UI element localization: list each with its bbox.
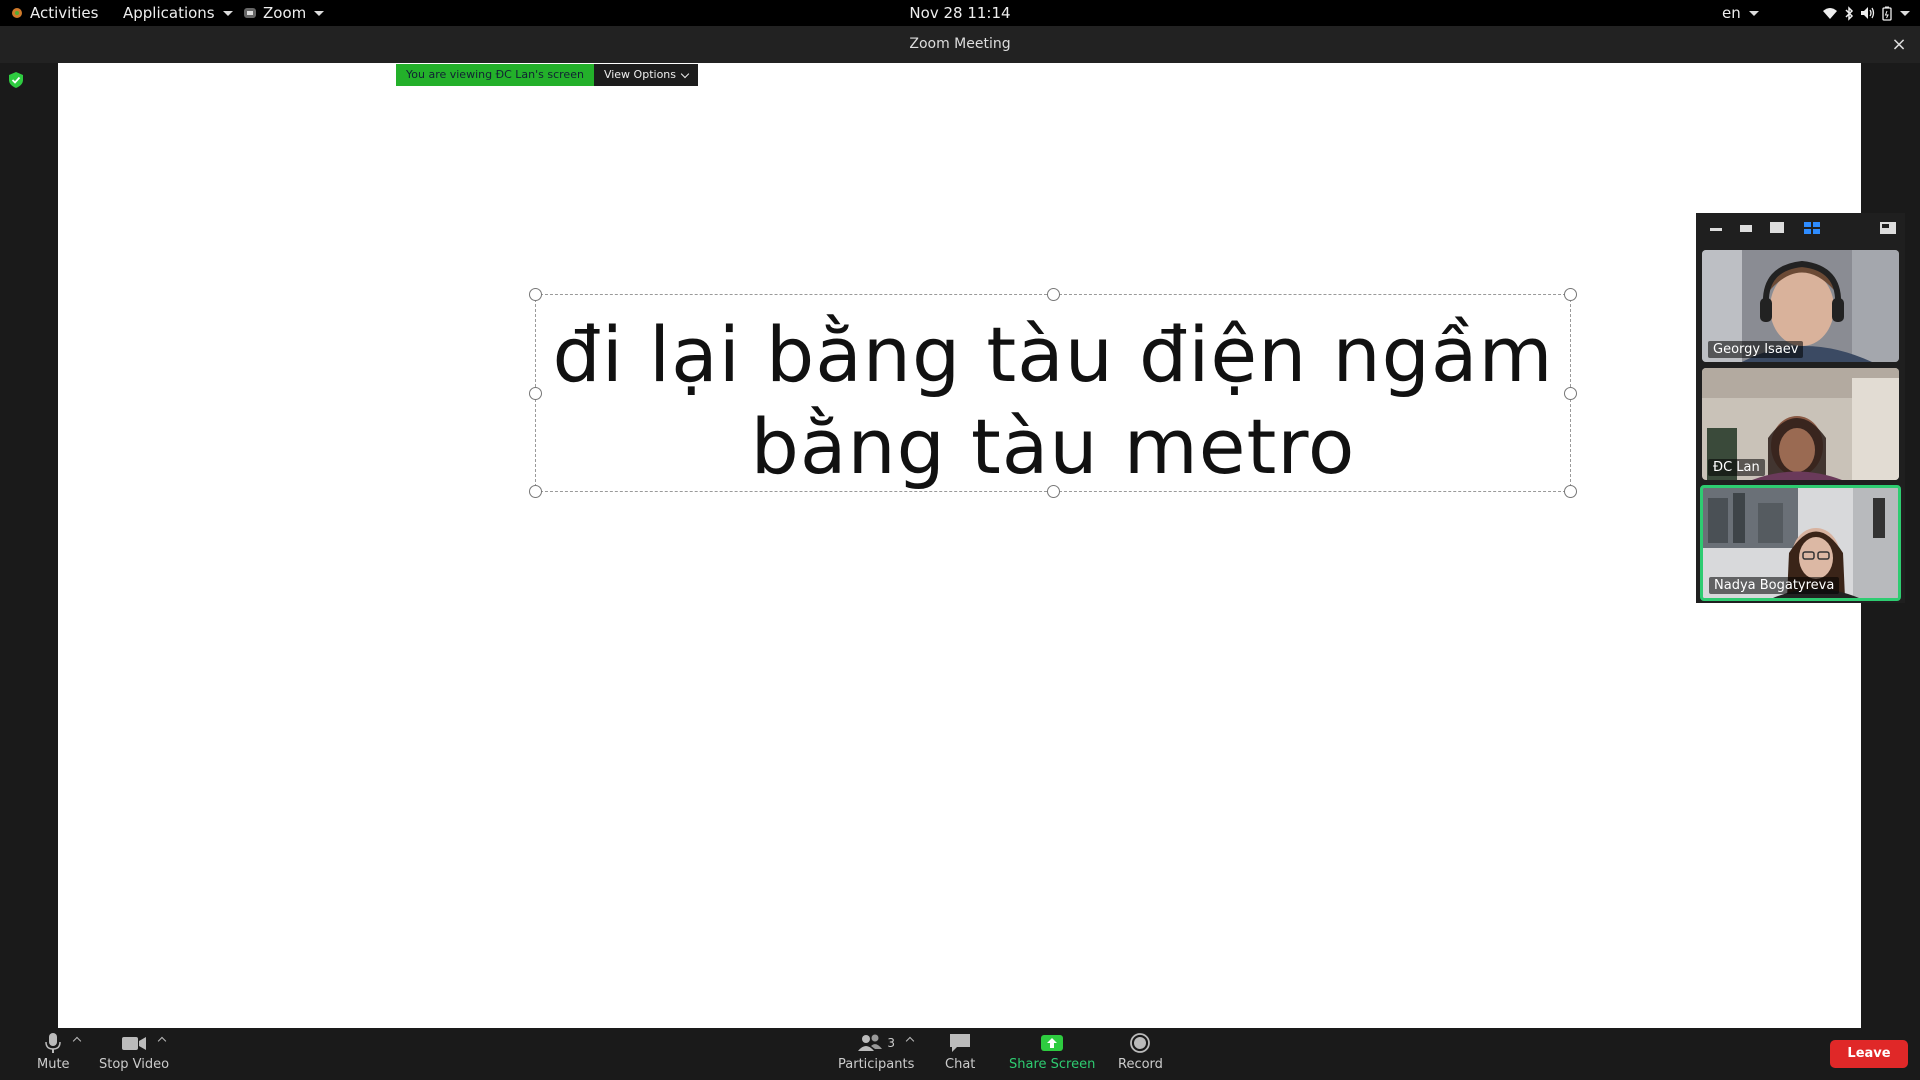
stop-video-label: Stop Video xyxy=(99,1057,170,1072)
slide-text-box[interactable]: đi lại bằng tàu điện ngầm bằng tàu metro xyxy=(529,288,1577,498)
minimize-icon[interactable] xyxy=(1710,228,1722,232)
view-options-label: View Options xyxy=(603,68,676,81)
slide-text-line-1: đi lại bằng tàu điện ngầm xyxy=(552,310,1554,399)
chat-label: Chat xyxy=(945,1057,976,1072)
gallery-view-icon[interactable] xyxy=(1804,222,1820,234)
screen-share-banner: You are viewing ĐC Lan's screen View Opt… xyxy=(396,64,698,86)
zoom-app-icon xyxy=(244,8,256,18)
participant-video-tile-active-speaker[interactable]: Nadya Bogatyreva xyxy=(1700,485,1901,601)
meeting-toolbar: Mute Stop Video 3 Participants Chat Shar… xyxy=(0,1028,1920,1080)
resize-handle[interactable] xyxy=(1047,288,1060,301)
clock-label[interactable]: Nov 28 11:14 xyxy=(909,0,1010,26)
chevron-down-icon xyxy=(222,10,233,16)
bluetooth-icon xyxy=(1845,5,1854,21)
participants-label: Participants xyxy=(838,1057,915,1072)
video-camera-icon xyxy=(122,1037,147,1050)
chat-button[interactable]: Chat xyxy=(945,1032,975,1072)
share-screen-icon xyxy=(1041,1035,1064,1051)
applications-label: Applications xyxy=(123,4,215,22)
video-gallery-panel: Georgy Isaev ĐC Lan Nadya Bogatyreva xyxy=(1696,213,1905,603)
applications-menu[interactable]: Applications xyxy=(123,0,233,26)
chevron-down-icon xyxy=(314,10,325,16)
close-window-button[interactable]: × xyxy=(1888,26,1910,63)
language-selector[interactable]: en xyxy=(1722,0,1759,26)
participant-video-tile[interactable]: ĐC Lan xyxy=(1702,368,1899,480)
swap-panel-icon[interactable] xyxy=(1880,222,1896,234)
language-label: en xyxy=(1722,4,1741,22)
encryption-shield-icon[interactable] xyxy=(9,72,23,88)
mute-button[interactable]: Mute xyxy=(37,1032,70,1072)
participants-icon-group: 3 xyxy=(857,1032,895,1054)
microphone-icon xyxy=(45,1033,62,1053)
chevron-down-icon xyxy=(1900,10,1910,16)
window-title-bar: Zoom Meeting × xyxy=(0,26,1920,63)
activities-icon xyxy=(12,8,22,18)
slide-text: đi lại bằng tàu điện ngầm bằng tàu metro xyxy=(536,309,1570,493)
participant-name: Nadya Bogatyreva xyxy=(1709,577,1840,594)
resize-handle[interactable] xyxy=(1564,288,1577,301)
shared-screen[interactable]: You are viewing ĐC Lan's screen View Opt… xyxy=(58,63,1861,1028)
wifi-icon xyxy=(1823,8,1837,19)
battery-icon xyxy=(1882,6,1892,21)
resize-handle[interactable] xyxy=(529,288,542,301)
gallery-view-controls xyxy=(1696,213,1905,243)
participants-count: 3 xyxy=(887,1036,895,1050)
chevron-down-icon xyxy=(1748,10,1759,16)
participant-name: Georgy Isaev xyxy=(1708,341,1804,358)
app-menu-label: Zoom xyxy=(263,4,307,22)
slide-text-line-2: bằng tàu metro xyxy=(750,402,1356,491)
chevron-down-icon xyxy=(680,69,690,78)
activities-button[interactable]: Activities xyxy=(10,0,98,26)
share-screen-label: Share Screen xyxy=(1009,1057,1096,1072)
participants-icon xyxy=(858,1034,883,1051)
record-icon xyxy=(1130,1033,1151,1053)
chat-icon xyxy=(950,1034,971,1052)
stop-video-button[interactable]: Stop Video xyxy=(99,1032,169,1072)
hide-video-icon[interactable] xyxy=(1740,225,1752,232)
view-options-button[interactable]: View Options xyxy=(593,64,698,86)
share-screen-button[interactable]: Share Screen xyxy=(1009,1032,1095,1072)
participant-video-tile[interactable]: Georgy Isaev xyxy=(1702,250,1899,362)
app-menu[interactable]: Zoom xyxy=(243,0,325,26)
participants-button[interactable]: 3 Participants xyxy=(838,1032,914,1072)
record-label: Record xyxy=(1118,1057,1163,1072)
volume-icon xyxy=(1861,7,1875,19)
meeting-area: You are viewing ĐC Lan's screen View Opt… xyxy=(0,63,1920,1028)
leave-meeting-button[interactable]: Leave xyxy=(1830,1040,1908,1068)
speaker-view-icon[interactable] xyxy=(1770,222,1784,233)
participant-name: ĐC Lan xyxy=(1708,459,1765,476)
record-button[interactable]: Record xyxy=(1118,1032,1163,1072)
activities-label: Activities xyxy=(30,4,99,22)
system-menu[interactable] xyxy=(1822,0,1910,26)
mute-label: Mute xyxy=(37,1057,70,1072)
audio-options-caret[interactable] xyxy=(72,1036,82,1046)
system-top-bar: Activities Applications Zoom Nov 28 11:1… xyxy=(0,0,1920,26)
viewing-notice: You are viewing ĐC Lan's screen xyxy=(396,64,594,86)
window-title: Zoom Meeting xyxy=(909,36,1011,52)
